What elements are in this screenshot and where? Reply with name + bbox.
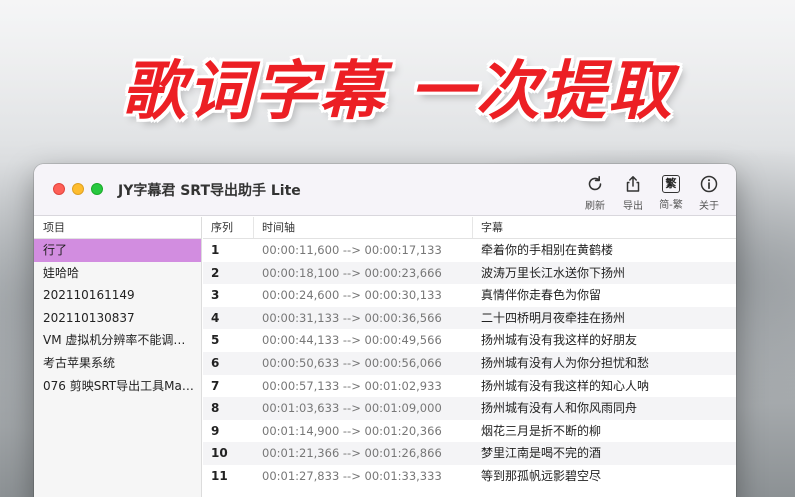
app-window: JY字幕君 SRT导出助手 Lite 刷新 导出 繁 简-繁 关于 项目 行了 … [34, 164, 736, 497]
minimize-window-button[interactable] [72, 183, 84, 195]
table-row[interactable]: 7 00:00:57,133 --> 00:01:02,933 扬州城有没有我这样的… [203, 375, 736, 398]
sidebar-header: 项目 [34, 217, 201, 239]
sidebar-item[interactable]: 行了 [34, 239, 201, 262]
row-subtitle: 牵着你的手相别在黄鹤楼 [481, 243, 614, 257]
table-row[interactable]: 11 00:01:27,833 --> 00:01:33,333 等到那孤帆远影碧空… [203, 465, 736, 488]
column-header-subtitle[interactable]: 字幕 [473, 217, 736, 238]
row-index: 4 [211, 310, 220, 325]
row-time: 00:00:44,133 --> 00:00:49,566 [262, 333, 442, 348]
refresh-icon [588, 176, 602, 191]
toolbar: 刷新 导出 繁 简-繁 关于 [578, 174, 726, 212]
convert-label: 简-繁 [659, 200, 683, 211]
column-header-index[interactable]: 序列 [203, 217, 254, 238]
export-button[interactable]: 导出 [616, 174, 650, 212]
row-subtitle: 扬州城有没有我这样的知心人呐 [481, 378, 650, 393]
table-row[interactable]: 2 00:00:18,100 --> 00:00:23,666 波涛万里长江水送你下… [203, 261, 736, 285]
table-header: 序列 时间轴 字幕 [203, 217, 736, 239]
table-row[interactable]: 5 00:00:44,133 --> 00:00:49,566 扬州城有没有我这样的… [203, 329, 736, 352]
subtitle-table: 序列 时间轴 字幕 1 00:00:11,600 --> 00:00:17,133… [203, 217, 736, 497]
table-row[interactable]: 6 00:00:50,633 --> 00:00:56,066 扬州城有没有人为你分… [203, 351, 736, 375]
table-body: 1 00:00:11,600 --> 00:00:17,133 牵着你的手相别在黄鹤… [203, 239, 736, 488]
sidebar-item[interactable]: 考古苹果系统 [34, 352, 201, 375]
row-subtitle: 梦里江南是喝不完的酒 [481, 446, 602, 461]
sidebar-item[interactable]: 202110161149 [34, 284, 201, 307]
row-index: 2 [211, 265, 220, 280]
row-time: 00:01:21,366 --> 00:01:26,866 [262, 446, 442, 461]
row-index: 11 [211, 468, 228, 483]
row-subtitle: 烟花三月是折不断的柳 [481, 423, 602, 438]
table-row[interactable]: 1 00:00:11,600 --> 00:00:17,133 牵着你的手相别在黄鹤… [203, 239, 736, 262]
table-row[interactable]: 8 00:01:03,633 --> 00:01:09,000 扬州城有没有人和你风… [203, 397, 736, 420]
table-row[interactable]: 10 00:01:21,366 --> 00:01:26,866 梦里江南是喝不完的… [203, 442, 736, 465]
traditional-char-icon: 繁 [662, 175, 680, 193]
row-subtitle: 真情伴你走春色为你留 [481, 288, 602, 303]
row-time: 00:00:50,633 --> 00:00:56,066 [262, 355, 442, 370]
column-header-time[interactable]: 时间轴 [254, 217, 473, 238]
row-subtitle: 二十四桥明月夜牵挂在扬州 [481, 310, 626, 325]
row-time: 00:01:14,900 --> 00:01:20,366 [262, 423, 442, 438]
project-sidebar: 项目 行了 娃哈哈 202110161149 202110130837 VM 虚… [34, 217, 202, 497]
table-row[interactable]: 4 00:00:31,133 --> 00:00:36,566 二十四桥明月夜牵挂在… [203, 306, 736, 330]
row-index: 5 [211, 333, 220, 348]
title-bar: JY字幕君 SRT导出助手 Lite 刷新 导出 繁 简-繁 关于 [34, 164, 736, 216]
sidebar-item[interactable]: VM 虚拟机分辨率不能调怎么... [34, 329, 201, 352]
row-subtitle: 等到那孤帆远影碧空尽 [481, 468, 602, 483]
row-time: 00:00:11,600 --> 00:00:17,133 [262, 243, 442, 257]
close-window-button[interactable] [53, 183, 65, 195]
zoom-window-button[interactable] [91, 183, 103, 195]
export-label: 导出 [623, 201, 643, 212]
row-subtitle: 扬州城有没有人为你分担忧和愁 [481, 355, 650, 370]
row-time: 00:00:31,133 --> 00:00:36,566 [262, 310, 442, 325]
refresh-button[interactable]: 刷新 [578, 174, 612, 212]
row-index: 6 [211, 355, 220, 370]
row-index: 7 [211, 378, 220, 393]
row-time: 00:00:18,100 --> 00:00:23,666 [262, 265, 442, 280]
window-title: JY字幕君 SRT导出助手 Lite [118, 183, 301, 199]
row-time: 00:01:03,633 --> 00:01:09,000 [262, 401, 442, 416]
sidebar-item[interactable]: 076 剪映SRT导出工具Mac... [34, 375, 201, 398]
info-icon [700, 175, 718, 193]
sidebar-item[interactable]: 娃哈哈 [34, 262, 201, 285]
row-subtitle: 波涛万里长江水送你下扬州 [481, 265, 626, 280]
sidebar-item[interactable]: 202110130837 [34, 307, 201, 330]
row-time: 00:01:27,833 --> 00:01:33,333 [262, 468, 442, 483]
table-row[interactable]: 9 00:01:14,900 --> 00:01:20,366 烟花三月是折不断的柳 [203, 420, 736, 443]
row-index: 10 [211, 446, 228, 461]
row-index: 8 [211, 401, 220, 416]
row-subtitle: 扬州城有没有人和你风雨同舟 [481, 401, 638, 416]
about-button[interactable]: 关于 [692, 174, 726, 212]
row-time: 00:00:24,600 --> 00:00:30,133 [262, 288, 442, 303]
table-row[interactable]: 3 00:00:24,600 --> 00:00:30,133 真情伴你走春色为你留 [203, 284, 736, 307]
row-time: 00:00:57,133 --> 00:01:02,933 [262, 378, 442, 393]
row-index: 3 [211, 288, 220, 303]
share-export-icon [626, 176, 640, 192]
about-label: 关于 [699, 201, 719, 212]
convert-traditional-button[interactable]: 繁 简-繁 [654, 174, 688, 212]
promo-headline: 歌词字幕 一次提取 [121, 55, 674, 129]
row-index: 1 [211, 243, 220, 257]
row-subtitle: 扬州城有没有我这样的好朋友 [481, 333, 638, 348]
refresh-label: 刷新 [585, 201, 605, 212]
row-index: 9 [211, 423, 220, 438]
